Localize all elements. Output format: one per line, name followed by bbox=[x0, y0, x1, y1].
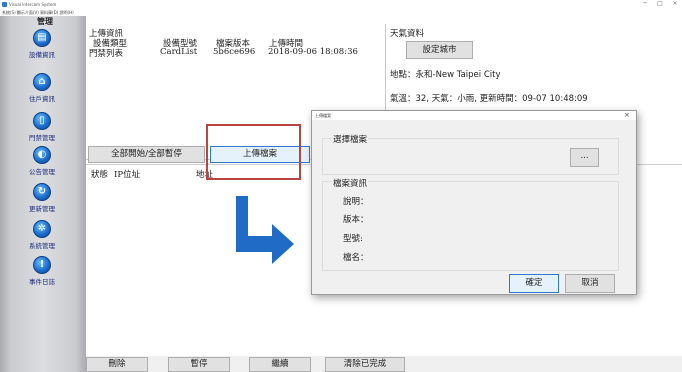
continue-button[interactable]: 繼續 bbox=[249, 357, 311, 372]
dialog-title: 上傳檔案 bbox=[315, 113, 331, 118]
sidebar-item-access-control[interactable]: ▯ 門禁管理 bbox=[29, 112, 55, 142]
dialog-close-icon[interactable]: × bbox=[624, 111, 630, 120]
sidebar-item-announcements[interactable]: ◐ 公告管理 bbox=[29, 146, 55, 176]
set-city-button[interactable]: 設定城市 bbox=[406, 41, 473, 59]
clear-completed-button[interactable]: 清除已完成 bbox=[325, 357, 405, 372]
sidebar-item-label: 事件日誌 bbox=[29, 278, 55, 286]
close-button[interactable]: × bbox=[670, 0, 680, 8]
cancel-button[interactable]: 取消 bbox=[565, 274, 615, 293]
ok-button[interactable]: 確定 bbox=[509, 274, 559, 293]
sidebar: 管理 ▤ 設備資訊 ⌂ 住戶資訊 ▯ 門禁管理 ◐ 公告管理 ↻ 更新管理 ✲ … bbox=[0, 16, 86, 372]
gear-icon: ✲ bbox=[33, 220, 51, 238]
column-status: 狀態 bbox=[91, 170, 109, 180]
start-pause-all-button[interactable]: 全部開始/全部暫停 bbox=[88, 146, 205, 163]
cell-device-type: 門禁列表 bbox=[89, 49, 124, 59]
menu-items[interactable]: 系統(S) 顯示介面(V) 資料庫(D) 說明(H) bbox=[2, 9, 74, 16]
sidebar-item-resident-info[interactable]: ⌂ 住戶資訊 bbox=[29, 73, 55, 103]
compass-icon: ◐ bbox=[33, 146, 51, 164]
sidebar-header: 管理 bbox=[37, 17, 53, 26]
house-icon: ⌂ bbox=[33, 73, 51, 91]
weather-details: 氣溫：32, 天氣：小雨, 更新時間：09-07 10:48:09 bbox=[390, 94, 588, 104]
weather-location: 地點：永和-New Taipei City bbox=[390, 70, 501, 80]
app-icon bbox=[2, 2, 7, 7]
weather-heading: 天氣資料 bbox=[390, 29, 425, 39]
filename-label: 檔名： bbox=[343, 253, 369, 263]
cell-device-model: CardList bbox=[160, 47, 198, 57]
sidebar-item-event-log[interactable]: ! 事件日誌 bbox=[29, 256, 55, 286]
sidebar-item-label: 更新管理 bbox=[29, 205, 55, 213]
version-label: 版本： bbox=[343, 215, 369, 225]
sidebar-item-system[interactable]: ✲ 系統管理 bbox=[29, 220, 55, 250]
alert-icon: ! bbox=[33, 256, 51, 274]
sidebar-item-label: 門禁管理 bbox=[29, 134, 55, 142]
cell-upload-time: 2018-09-06 18:08:36 bbox=[268, 47, 358, 57]
upload-file-dialog: 上傳檔案 × 選擇檔案 ... 檔案資訊 說明： 版本： 型號: 檔名： 確定 … bbox=[311, 110, 637, 295]
column-ip-address: IP位址 bbox=[114, 170, 141, 180]
pause-button[interactable]: 暫停 bbox=[168, 357, 230, 372]
monitor-icon: ▤ bbox=[33, 29, 51, 47]
select-file-label: 選擇檔案 bbox=[332, 133, 369, 145]
window-titlebar: Visual Intercom System ─ □ × bbox=[0, 0, 682, 9]
menu-bar: 系統(S) 顯示介面(V) 資料庫(D) 說明(H) bbox=[0, 9, 682, 16]
sidebar-item-label: 住戶資訊 bbox=[29, 95, 55, 103]
bottom-action-bar: 刪除 暫停 繼續 清除已完成 bbox=[86, 356, 682, 372]
model-label: 型號: bbox=[343, 234, 363, 244]
window-title: Visual Intercom System bbox=[9, 2, 57, 7]
sidebar-item-device-info[interactable]: ▤ 設備資訊 bbox=[29, 29, 55, 59]
sidebar-item-update[interactable]: ↻ 更新管理 bbox=[29, 183, 55, 213]
delete-button[interactable]: 刪除 bbox=[86, 357, 148, 372]
browse-button[interactable]: ... bbox=[570, 148, 599, 167]
arrow-down-right-icon bbox=[236, 196, 294, 264]
file-info-label: 檔案資訊 bbox=[332, 177, 369, 189]
sidebar-item-label: 設備資訊 bbox=[29, 51, 55, 59]
dialog-titlebar: 上傳檔案 × bbox=[312, 111, 636, 120]
highlight-box bbox=[206, 124, 301, 180]
refresh-icon: ↻ bbox=[33, 183, 51, 201]
description-label: 說明： bbox=[343, 197, 369, 207]
maximize-button[interactable]: □ bbox=[655, 0, 665, 8]
cell-file-version: 5b6ce696 bbox=[213, 47, 256, 57]
minimize-button[interactable]: ─ bbox=[640, 0, 650, 8]
door-icon: ▯ bbox=[33, 112, 51, 130]
sidebar-item-label: 系統管理 bbox=[29, 242, 55, 250]
sidebar-item-label: 公告管理 bbox=[29, 168, 55, 176]
